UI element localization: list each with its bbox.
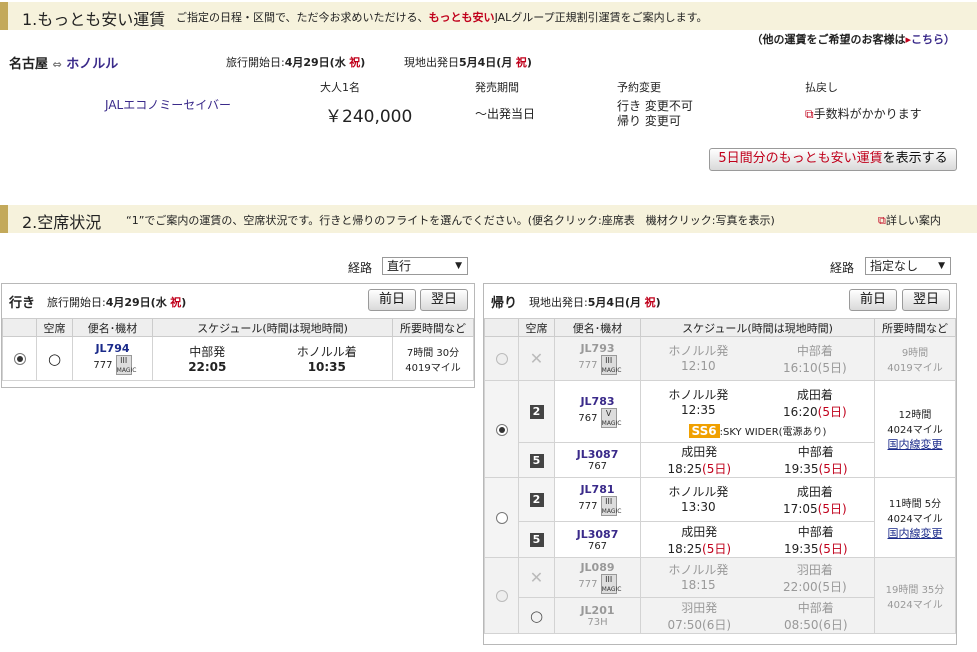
header-seat: 空席: [36, 318, 73, 337]
out-route-label: 経路: [348, 261, 373, 275]
return-next-day-button[interactable]: 翌日: [902, 289, 950, 311]
available-circle-icon: ○: [529, 606, 544, 625]
section2-desc: “1”でご案内の運賃の、空席状況です。行きと帰りのフライトを選んでください。(便…: [126, 214, 775, 227]
header-seat: 空席: [518, 318, 555, 337]
flight-radio[interactable]: [2, 336, 37, 381]
section1-desc: ご指定の日程・区間で、ただ今お求めいただける、もっとも安いJALグループ正規割引…: [176, 11, 708, 24]
seat-count-badge: 2: [529, 493, 544, 507]
other-fares-link[interactable]: （他の運賃をご希望のお客様は▸こちら）: [751, 31, 955, 47]
dropdown-arrow-icon: ▼: [455, 261, 462, 271]
return-prev-day-button[interactable]: 前日: [849, 289, 897, 311]
outbound-title: 行き: [9, 296, 36, 311]
roundtrip-icon: ⇔: [52, 58, 62, 71]
flight-number[interactable]: JL781: [555, 483, 640, 496]
aircraft-photo-icon[interactable]: III MAGIC: [600, 496, 621, 516]
fare-price: ￥240,000: [325, 107, 413, 127]
out-route-select[interactable]: 直行 ▼: [382, 257, 468, 275]
arr-station: ホノルル着: [296, 345, 357, 359]
popup-icon: ⧉: [805, 107, 814, 121]
dep-station: 中部発: [189, 345, 226, 359]
show-5days-button[interactable]: 5日間分のもっとも安い運賃を表示する: [709, 148, 957, 171]
seat-class-info: SS6:SKY WIDER(電源あり): [641, 423, 874, 438]
flight-radio: [484, 557, 519, 634]
seat-class-badge: SS6: [688, 423, 720, 438]
flight-radio[interactable]: [484, 380, 519, 478]
return-date: 現地出発日:5月4日(月 祝): [529, 296, 661, 309]
col-refund: 払戻し: [805, 81, 838, 94]
outbound-prev-day-button[interactable]: 前日: [368, 289, 416, 311]
col-adult: 大人1名: [320, 81, 360, 94]
outbound-panel: 行き 旅行開始日:4月29日(水 祝) 前日 翌日 空席 便名･機材 スケジュー…: [1, 283, 475, 388]
flight-number[interactable]: JL793: [555, 342, 640, 355]
header-duration: 所要時間など: [392, 318, 474, 337]
table-row: 2 JL781 777 III MAGIC ホノルル発 13:30 成田着 17:05(…: [484, 477, 956, 558]
arr-time: 10:35: [307, 360, 346, 374]
change-return: 帰り 変更可: [617, 114, 681, 128]
table-row: ○ JL794 777 III MAGIC 中部発 22:05 ホノルル着 10:35…: [2, 336, 474, 381]
flight-number[interactable]: JL3087: [555, 528, 640, 541]
aircraft-type: 777: [93, 360, 113, 371]
header-duration: 所要時間など: [874, 318, 956, 337]
seat-status: ○: [36, 336, 73, 381]
flight-number[interactable]: JL201: [555, 604, 640, 617]
aircraft-photo-icon[interactable]: III MAGIC: [600, 355, 621, 375]
available-circle-icon: ○: [47, 349, 62, 368]
header-schedule: スケジュール(時間は現地時間): [640, 318, 875, 337]
seat-count-badge: 5: [529, 453, 544, 468]
section2-header: 2.空席状況 “1”でご案内の運賃の、空席状況です。行きと帰りのフライトを選んで…: [0, 205, 977, 233]
header-schedule: スケジュール(時間は現地時間): [152, 318, 393, 337]
section1-title: 1.もっとも安い運賃: [22, 10, 166, 29]
aircraft-photo-icon[interactable]: V MAGIC: [600, 408, 621, 428]
dropdown-arrow-icon: ▼: [938, 261, 945, 271]
flight-radio: [484, 336, 519, 381]
route: 名古屋 ⇔ ホノルル: [9, 57, 119, 72]
header-flight: 便名･機材: [554, 318, 641, 337]
unavailable-x-icon: ✕: [529, 349, 544, 368]
header-flight: 便名･機材: [72, 318, 153, 337]
unavailable-x-icon: ✕: [529, 568, 544, 587]
col-change: 予約変更: [617, 81, 661, 94]
seat-count-badge: 5: [529, 533, 544, 547]
section2-title: 2.空席状況: [22, 213, 102, 232]
duration: 7時間 30分: [406, 347, 460, 359]
flight-radio[interactable]: [484, 477, 519, 558]
aircraft-photo-icon[interactable]: III MAGIC: [115, 355, 136, 375]
refund-link[interactable]: ⧉手数料がかかります: [805, 105, 922, 122]
sale-period: ～出発当日: [475, 107, 536, 121]
table-row: ✕ JL793 777 III MAGIC ホノルル発 12:10 中部着 16:10(…: [484, 336, 956, 381]
aircraft-photo-icon[interactable]: III MAGIC: [600, 574, 621, 594]
domestic-change-link[interactable]: 国内線変更: [875, 436, 955, 452]
outbound-date: 旅行開始日:4月29日(水 祝): [47, 296, 187, 309]
outbound-table: 空席 便名･機材 スケジュール(時間は現地時間) 所要時間など ○ JL794 …: [2, 318, 474, 381]
col-period: 発売期間: [475, 81, 519, 94]
return-table: 空席 便名･機材 スケジュール(時間は現地時間) 所要時間など ✕ JL793 7…: [484, 318, 956, 634]
ret-route-select[interactable]: 指定なし ▼: [865, 257, 951, 275]
outbound-next-day-button[interactable]: 翌日: [420, 289, 468, 311]
flight-number[interactable]: JL794: [73, 342, 152, 355]
popup-icon: ⧉: [878, 214, 886, 227]
fare-name[interactable]: JALエコノミーセイバー: [105, 96, 231, 113]
flight-number[interactable]: JL089: [555, 561, 640, 574]
ret-route-label: 経路: [830, 261, 855, 275]
seat-count-badge: 2: [529, 405, 544, 419]
domestic-change-link[interactable]: 国内線変更: [875, 525, 955, 541]
detail-link[interactable]: ⧉詳しい案内: [878, 212, 941, 228]
return-title: 帰り: [491, 296, 518, 311]
ret-date-info: 現地出発日5月4日(月 祝): [404, 56, 532, 69]
section1-header: 1.もっとも安い運賃 ご指定の日程・区間で、ただ今お求めいただける、もっとも安い…: [0, 2, 977, 30]
table-row: ✕ JL089 777 III MAGIC ホノルル発 18:15 羽田着 22:00(…: [484, 557, 956, 634]
return-panel: 帰り 現地出発日:5月4日(月 祝) 前日 翌日 空席 便名･機材 スケジュール…: [483, 283, 957, 645]
dep-date-info: 旅行開始日:4月29日(水 祝): [226, 56, 366, 69]
flight-number[interactable]: JL783: [555, 395, 640, 408]
dep-time: 22:05: [188, 360, 227, 374]
miles: 4019マイル: [405, 362, 461, 374]
table-row: 2 JL783 767 V MAGIC ホノルル発 12:35 成田着 16:20(5日…: [484, 380, 956, 478]
flight-number[interactable]: JL3087: [555, 448, 640, 461]
